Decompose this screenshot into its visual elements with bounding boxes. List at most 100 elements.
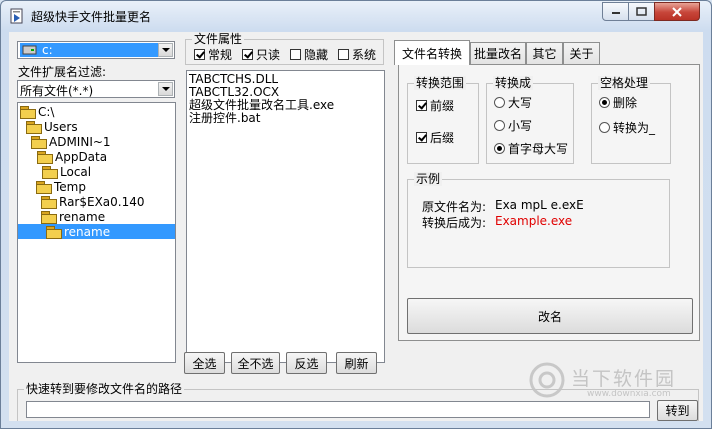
attr-normal-checkbox[interactable]: 常规	[194, 46, 232, 63]
space-caption: 空格处理	[598, 76, 651, 90]
radio-label: 大写	[508, 96, 533, 110]
checkbox-icon	[290, 49, 301, 60]
suffix-checkbox[interactable]: 后缀	[416, 129, 454, 146]
radio-icon	[494, 120, 505, 131]
attr-readonly-checkbox[interactable]: 只读	[242, 46, 280, 63]
watermark-brand: 当下软件园	[571, 368, 677, 390]
go-button[interactable]: 转到	[657, 400, 698, 421]
convert-group: 转换成 大写 小写 首字母大写	[486, 76, 574, 164]
example-caption: 示例	[414, 172, 443, 186]
title-bar[interactable]: 超级快手文件批量更名	[1, 1, 711, 31]
tree-item[interactable]: Rar$EXa0.140	[41, 194, 145, 209]
file-list[interactable]: TABCTCHS.DLL TABCTL32.OCX 超级文件批量改名工具.exe…	[186, 70, 385, 363]
checkbox-icon	[338, 49, 349, 60]
folder-tree[interactable]: C:\ Users ADMINI~1 AppData Local Temp Ra…	[17, 102, 176, 363]
tree-item[interactable]: Local	[42, 164, 91, 179]
app-window: 超级快手文件批量更名 c: 文件扩展名过滤: 所有文件(*.*) C:\ Use…	[0, 0, 712, 429]
minimize-icon	[611, 11, 620, 14]
scope-group: 转换范围 前缀 后缀	[407, 76, 479, 164]
tree-item[interactable]: Temp	[36, 179, 86, 194]
space-replace-radio[interactable]: 转换为_	[599, 119, 655, 136]
maximize-button[interactable]	[628, 2, 655, 21]
chevron-down-icon	[161, 48, 170, 52]
convert-caption: 转换成	[493, 76, 534, 90]
tree-item-label: Temp	[54, 179, 86, 194]
folder-icon	[36, 180, 52, 194]
checkbox-checked-icon	[416, 100, 427, 111]
space-delete-radio[interactable]: 删除	[599, 94, 637, 111]
tree-item-label: C:\	[38, 104, 55, 119]
radio-label: 小写	[508, 119, 533, 133]
drive-value: c:	[42, 43, 53, 57]
radio-icon	[494, 97, 505, 108]
radio-selected-icon	[494, 143, 505, 154]
tab-about[interactable]: 关于	[563, 42, 600, 64]
tree-item-selected[interactable]: rename	[18, 224, 175, 239]
checkbox-label: 前缀	[430, 99, 455, 113]
folder-icon	[31, 135, 47, 149]
select-all-button[interactable]: 全选	[184, 352, 225, 374]
quick-path-input[interactable]	[26, 401, 650, 418]
checkbox-label: 系统	[352, 48, 377, 62]
tree-item[interactable]: Users	[26, 119, 78, 134]
uppercase-radio[interactable]: 大写	[494, 94, 532, 111]
folder-icon	[42, 165, 58, 179]
tree-item-label: AppData	[55, 149, 108, 164]
file-list-item[interactable]: 注册控件.bat	[189, 112, 261, 125]
original-name-value: Exa mpL e.exE	[495, 198, 584, 212]
refresh-button[interactable]: 刷新	[336, 352, 377, 374]
tree-item[interactable]: rename	[41, 209, 105, 224]
checkbox-checked-icon	[242, 49, 253, 60]
tree-item[interactable]: AppData	[37, 149, 107, 164]
lowercase-radio[interactable]: 小写	[494, 117, 532, 134]
titlecase-radio[interactable]: 首字母大写	[494, 140, 568, 157]
prefix-checkbox[interactable]: 前缀	[416, 97, 454, 114]
attr-hidden-checkbox[interactable]: 隐藏	[290, 46, 328, 63]
drive-icon	[22, 45, 37, 55]
example-group: 示例 原文件名为: Exa mpL e.exE 转换后成为: Example.e…	[407, 172, 670, 268]
radio-label: 转换为_	[613, 121, 656, 135]
tab-label: 关于	[569, 47, 594, 61]
filter-label: 文件扩展名过滤:	[18, 65, 107, 79]
checkbox-checked-icon	[416, 132, 427, 143]
folder-icon	[20, 105, 36, 119]
tree-item[interactable]: ADMINI~1	[31, 134, 111, 149]
tab-label: 批量改名	[473, 47, 522, 61]
drive-select[interactable]: c:	[17, 41, 175, 59]
tree-item-label: rename	[59, 209, 106, 224]
folder-icon	[41, 195, 57, 209]
converted-name-label: 转换后成为:	[422, 216, 487, 230]
tab-filename-convert[interactable]: 文件名转换	[394, 40, 470, 65]
folder-open-icon	[46, 225, 62, 239]
radio-label: 首字母大写	[508, 142, 569, 156]
tab-label: 文件名转换	[401, 46, 462, 61]
maximize-icon	[636, 7, 647, 16]
filter-select[interactable]: 所有文件(*.*)	[17, 80, 175, 98]
original-name-label: 原文件名为:	[422, 200, 487, 214]
drive-selected: c:	[20, 43, 158, 57]
folder-icon	[37, 150, 53, 164]
drive-dropdown-button[interactable]	[158, 43, 173, 57]
filename-convert-panel: 转换范围 前缀 后缀 转换成 大写 小写 首字母大写 空格处理 删除 转换为_ …	[398, 64, 700, 341]
folder-icon	[41, 210, 57, 224]
tree-item-label: rename	[64, 224, 111, 239]
tab-other[interactable]: 其它	[526, 42, 563, 64]
app-icon	[10, 8, 23, 24]
tab-batch-rename[interactable]: 批量改名	[470, 42, 526, 64]
scope-caption: 转换范围	[414, 76, 467, 90]
minimize-button[interactable]	[602, 2, 629, 21]
folder-icon	[26, 120, 42, 134]
tree-item-label: Rar$EXa0.140	[59, 194, 145, 209]
attr-system-checkbox[interactable]: 系统	[338, 46, 376, 63]
close-button[interactable]	[654, 2, 700, 21]
rename-button[interactable]: 改名	[407, 298, 693, 334]
checkbox-label: 只读	[256, 48, 281, 62]
radio-label: 删除	[613, 96, 638, 110]
tab-label: 其它	[532, 47, 557, 61]
checkbox-label: 常规	[208, 48, 233, 62]
select-none-button[interactable]: 全不选	[231, 352, 280, 374]
invert-selection-button[interactable]: 反选	[286, 352, 327, 374]
tree-item[interactable]: C:\	[20, 104, 54, 119]
tree-item-label: ADMINI~1	[49, 134, 111, 149]
filter-dropdown-button[interactable]	[158, 82, 173, 96]
